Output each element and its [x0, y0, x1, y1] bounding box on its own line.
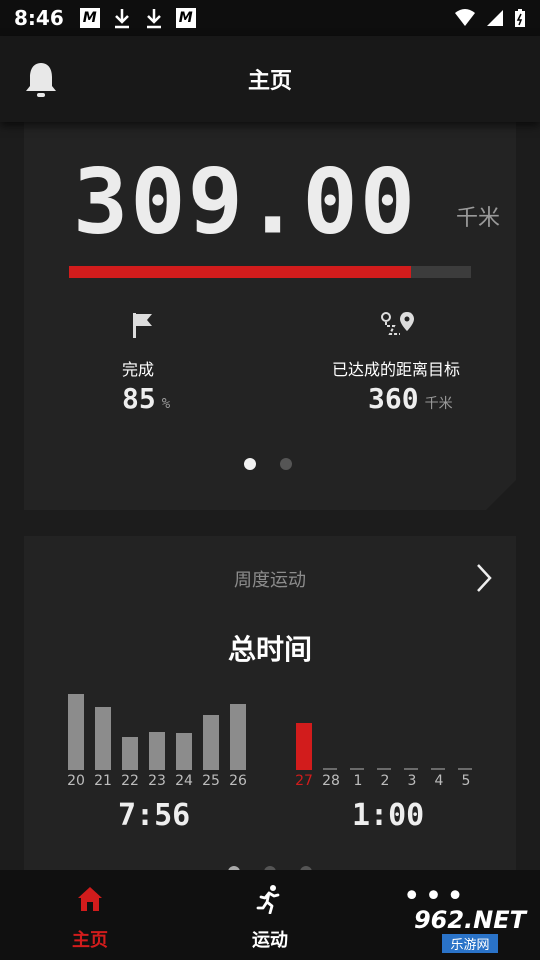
- chart-bar: [404, 768, 418, 770]
- day-label: 24: [175, 773, 193, 789]
- completion-stat: 完成 85%: [122, 310, 170, 415]
- nav-label-activity: 运动: [252, 930, 288, 951]
- wifi-icon: [455, 9, 475, 26]
- day-label: 22: [121, 773, 139, 789]
- distance-goal-label: 已达成的距离目标: [332, 360, 461, 379]
- m-app-icon: M: [175, 8, 196, 28]
- chart-bar: [350, 768, 364, 770]
- nav-item-activity[interactable]: 运动: [210, 884, 330, 952]
- site-watermark: 962.NET 乐游网: [406, 904, 534, 954]
- day-label: 5: [461, 773, 471, 789]
- page-indicator: [244, 458, 292, 470]
- day-label: 20: [67, 773, 85, 789]
- status-time: 8:46: [14, 6, 64, 30]
- chart-bar: [230, 704, 246, 770]
- day-label: 21: [94, 773, 112, 789]
- status-system-icons: [454, 8, 526, 28]
- distance-goal-unit: 千米: [424, 396, 453, 412]
- nav-item-home[interactable]: 主页: [30, 884, 150, 952]
- bell-icon[interactable]: [24, 60, 58, 100]
- page-dot-active[interactable]: [244, 458, 256, 470]
- day-label: 2: [380, 773, 390, 789]
- week1-total-time: 7:56: [118, 798, 191, 833]
- status-bar: 8:46 M M: [0, 0, 540, 36]
- chart-bar: [95, 707, 111, 770]
- day-label: 4: [434, 773, 444, 789]
- page-title: 主页: [247, 69, 292, 94]
- download-icon: [146, 9, 161, 29]
- day-label: 3: [407, 773, 417, 789]
- total-time-title: 总时间: [227, 633, 312, 666]
- chart-bar: [122, 736, 138, 770]
- chart-bar: [377, 768, 391, 770]
- distance-progress-bar: [69, 266, 471, 278]
- watermark-text: 乐游网: [442, 933, 498, 953]
- distance-goal-value: 360 千米: [368, 382, 453, 415]
- chart-bar: [203, 715, 219, 770]
- m-app-icon: M: [79, 8, 100, 28]
- total-distance-unit: 千米: [456, 206, 501, 231]
- weekly-activity-card[interactable]: 周度运动 总时间 20 21 22 23 24 25 26 27 28 1 2 3 4 5 7:56 1:…: [24, 536, 516, 876]
- chart-bar: [68, 694, 84, 770]
- weekly-bar-chart: [62, 686, 502, 770]
- download-icon: [114, 9, 129, 29]
- app-bar: 主页: [0, 36, 540, 122]
- chart-bar: [296, 723, 312, 770]
- watermark-logo: 962.NET: [413, 905, 527, 934]
- status-notification-icons: M M: [79, 7, 196, 29]
- page-dot[interactable]: [280, 458, 292, 470]
- total-distance-value: 309.00: [72, 149, 418, 254]
- battery-icon: [515, 9, 525, 27]
- chart-bar: [149, 731, 165, 770]
- day-label: 27: [295, 773, 313, 789]
- home-icon: [78, 887, 102, 911]
- day-label: 26: [229, 773, 247, 789]
- more-icon[interactable]: •••: [403, 882, 468, 912]
- chart-bar: [458, 768, 472, 770]
- chart-bar: [431, 768, 445, 770]
- day-label: 25: [202, 773, 220, 789]
- chart-bar: [176, 732, 192, 770]
- completion-value: 85%: [122, 382, 171, 415]
- distance-goal-stat: 已达成的距离目标 360 千米: [332, 310, 460, 415]
- signal-icon: [487, 10, 503, 26]
- week2-total-time: 1:00: [352, 798, 425, 833]
- nav-label-home: 主页: [72, 930, 108, 951]
- route-icon: [381, 312, 414, 335]
- day-label: 23: [148, 773, 166, 789]
- run-icon: [256, 885, 280, 915]
- completion-unit: %: [161, 396, 171, 412]
- chevron-right-icon[interactable]: [474, 562, 494, 594]
- flag-icon: [133, 313, 152, 338]
- completion-label: 完成: [122, 360, 155, 379]
- chart-bar: [323, 768, 337, 770]
- day-label: 28: [322, 773, 340, 789]
- day-label: 1: [353, 773, 363, 789]
- weekly-activity-header: 周度运动: [234, 570, 306, 591]
- distance-progress-fill: [69, 266, 411, 278]
- distance-summary-card[interactable]: 309.00 千米 完成 85% 已达成的距离目标 360 千米: [24, 110, 516, 510]
